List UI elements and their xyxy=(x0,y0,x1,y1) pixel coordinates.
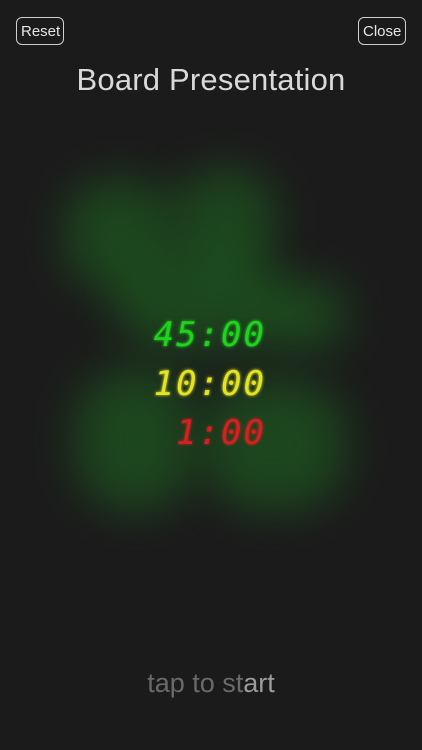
page-title: Board Presentation xyxy=(76,62,346,97)
warning-timer: 10:00 xyxy=(153,364,266,404)
timer-screen[interactable]: Reset Close Board Presentation 45:00 10:… xyxy=(0,0,422,750)
tap-to-start-hint[interactable]: tap to start xyxy=(0,668,422,699)
final-timer: 1:00 xyxy=(176,413,266,453)
tap-hint-suffix: art xyxy=(243,668,275,698)
main-timer: 45:00 xyxy=(153,315,266,355)
close-button[interactable]: Close xyxy=(358,17,406,45)
tap-hint-prefix: tap to st xyxy=(147,668,244,698)
reset-button[interactable]: Reset xyxy=(16,17,64,45)
background-glow xyxy=(55,170,365,540)
